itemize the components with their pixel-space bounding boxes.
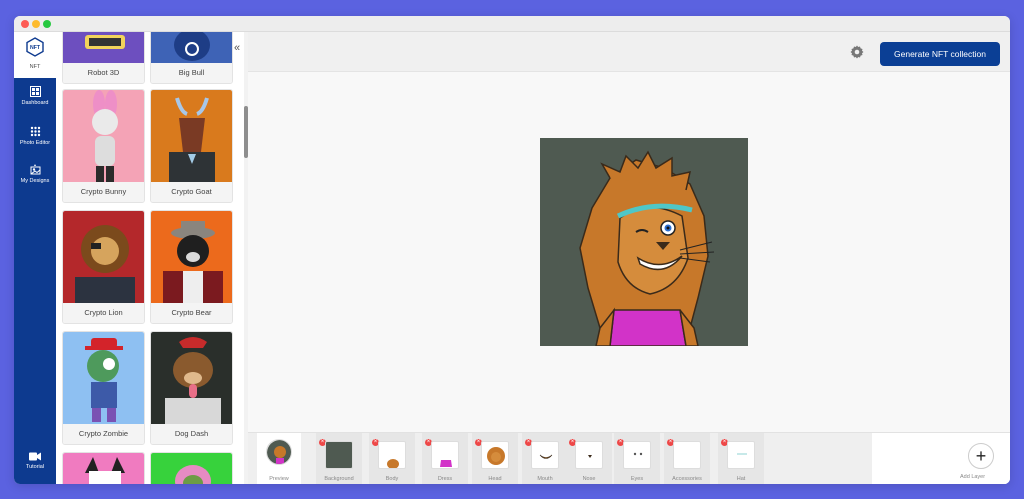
photo-editor-icon [30,126,40,137]
template-card[interactable]: Crypto Lion [62,210,145,324]
template-card-label: Crypto Goat [151,182,232,202]
template-image [151,332,232,425]
template-card[interactable]: Big Bull [150,32,233,84]
layer-label: Eyes [630,476,644,482]
template-card-label: Big Bull [151,63,232,83]
dashboard-icon [29,86,41,97]
layer-label: Background [324,476,354,482]
layer-hat[interactable]: × Hat [718,433,764,484]
rail-item-my-designs[interactable]: My Designs [14,164,56,184]
layer-label: Hat [736,476,746,482]
layer-eyes[interactable]: × Eyes [614,433,660,484]
app-window: NFT NFT Dashboard Photo Editor My Design… [14,16,1010,484]
layer-thumbnail [431,441,459,469]
nft-canvas[interactable] [540,138,748,347]
layer-thumbnail [531,441,559,469]
editor-toolbar: Generate NFT collection [248,32,1010,72]
template-image [151,453,232,484]
layer-label: Nose [582,476,596,482]
svg-text:NFT: NFT [30,45,41,51]
layer-label: Mouth [537,476,553,482]
layer-thumbnail [727,441,755,469]
template-image [151,211,232,304]
maximize-window-icon[interactable] [43,20,51,28]
template-card[interactable]: Crypto Goat [150,89,233,203]
layer-head[interactable]: × Head [472,433,518,484]
double-chevron-left-icon[interactable]: « [234,42,240,54]
app-logo[interactable]: NFT NFT [14,32,56,78]
template-image [151,90,232,183]
layer-nose[interactable]: × Nose [566,433,612,484]
my-designs-icon [30,164,40,175]
template-image [151,32,232,65]
rail-item-label: My Designs [20,178,50,184]
layer-thumbnail [378,441,406,469]
template-image [63,211,144,304]
layer-thumbnail [575,441,603,469]
gear-icon[interactable] [850,45,864,59]
layer-preview[interactable]: Preview [257,433,301,484]
template-image [63,332,144,425]
add-layer-button[interactable]: + [968,443,994,469]
layer-accessories[interactable]: × Accessories [664,433,710,484]
layer-mouth[interactable]: × Mouth [522,433,568,484]
layer-label: Preview [269,476,289,482]
template-card-label: Crypto Bear [151,303,232,323]
template-card[interactable]: Crypto Zombie [62,331,145,445]
layer-label: Accessories [672,476,702,482]
layer-body[interactable]: × Body [369,433,415,484]
generate-collection-button[interactable]: Generate NFT collection [880,42,1000,66]
template-card[interactable] [150,452,233,484]
template-image [63,453,144,484]
video-icon [29,452,41,461]
template-card-label: Dog Dash [151,424,232,444]
template-image [63,90,144,183]
template-card-label: Crypto Bunny [63,182,144,202]
rail-item-label: Tutorial [25,464,45,470]
minimize-window-icon[interactable] [32,20,40,28]
nav-rail: NFT NFT Dashboard Photo Editor My Design… [14,32,56,484]
layer-label: Dress [437,476,453,482]
add-layer-label: Add Layer [960,474,986,480]
template-card[interactable]: Dog Dash [150,331,233,445]
layer-label: Body [385,476,399,482]
rail-item-photo-editor[interactable]: Photo Editor [14,126,56,146]
layer-dress[interactable]: × Dress [422,433,468,484]
layer-thumbnail [325,441,353,469]
template-card-label: Crypto Lion [63,303,144,323]
template-catalog: Robot 3D Big Bull Crypto Bunny Crypto Go… [56,32,244,484]
add-layer-zone: + Add Layer [872,433,1010,484]
lion-artwork [579,150,715,347]
preview-thumbnail [266,439,292,465]
template-card[interactable]: Robot 3D [62,32,145,84]
layer-thumbnail [673,441,701,469]
layer-label: Head [488,476,502,482]
nft-logo-icon: NFT [26,37,44,57]
layer-thumbnail [623,441,651,469]
template-image [63,32,144,65]
layer-thumbnail [481,441,509,469]
template-card[interactable] [62,452,145,484]
layers-bar: Preview × Background × Body × Dress × He… [248,432,1010,484]
template-card[interactable]: Crypto Bear [150,210,233,324]
app-logo-label: NFT [29,64,41,70]
rail-item-tutorial[interactable]: Tutorial [14,452,56,470]
window-titlebar [14,16,1010,32]
rail-item-dashboard[interactable]: Dashboard [14,86,56,106]
close-window-icon[interactable] [21,20,29,28]
template-card-label: Robot 3D [63,63,144,83]
rail-item-label: Dashboard [21,100,49,106]
editor-area: Generate NFT collection Preview × Backgr… [248,32,1010,484]
template-card-label: Crypto Zombie [63,424,144,444]
template-card[interactable]: Crypto Bunny [62,89,145,203]
rail-item-label: Photo Editor [19,140,51,146]
layer-background[interactable]: × Background [316,433,362,484]
